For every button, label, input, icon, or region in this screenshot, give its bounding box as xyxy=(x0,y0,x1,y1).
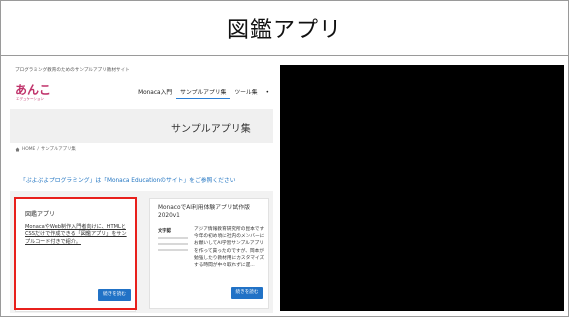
notice-link[interactable]: 「ぷよぷよプログラミング」は「Monaca Educationのサイト」をご参照… xyxy=(20,175,236,184)
site-header: あんこ エデュケーション Monaca入門 サンプルアプリ集 ツール集 • xyxy=(10,77,273,107)
card-description: アジア情報教育研究所の昆本です 今年の初め頃に社内のメンバーにお願いしてAI学習… xyxy=(194,227,269,269)
card-thumbnail[interactable]: 文字認 xyxy=(158,227,192,253)
nav-item-sample-apps[interactable]: サンプルアプリ集 xyxy=(176,87,231,99)
thumbnail-line xyxy=(158,237,188,239)
video-panel[interactable] xyxy=(280,65,564,311)
breadcrumb-separator: / xyxy=(37,146,39,152)
site-tagline: プログラミング教育のためのサンプルアプリ教材サイト xyxy=(15,68,130,73)
thumbnail-line xyxy=(158,243,188,245)
nav-item-more[interactable]: • xyxy=(262,87,273,99)
logo-mark: あんこ xyxy=(15,83,52,97)
page-hero: サンプルアプリ集 xyxy=(10,109,273,143)
highlight-box xyxy=(14,197,137,310)
read-more-button[interactable]: 続きを読む xyxy=(231,287,263,299)
slide-title: 図鑑アプリ xyxy=(226,17,342,43)
article-card-ai-app[interactable]: MonacoでAI利用体験アプリ試作版2020v1 文字認 アジア情報教育研究所… xyxy=(149,198,269,309)
home-icon[interactable] xyxy=(15,147,20,152)
slide-title-bar: 図鑑アプリ xyxy=(0,0,569,56)
breadcrumb: HOME / サンプルアプリ集 xyxy=(15,146,76,152)
breadcrumb-current: サンプルアプリ集 xyxy=(40,147,76,152)
nav-item-monaca-intro[interactable]: Monaca入門 xyxy=(134,87,176,99)
logo-subtitle: エデュケーション xyxy=(16,97,44,101)
nav-item-tools[interactable]: ツール集 xyxy=(230,87,261,99)
thumbnail-line xyxy=(158,249,188,251)
page-title: サンプルアプリ集 xyxy=(171,124,251,135)
site-nav: Monaca入門 サンプルアプリ集 ツール集 • xyxy=(134,87,273,99)
breadcrumb-home[interactable]: HOME xyxy=(22,147,35,152)
site-logo[interactable]: あんこ エデュケーション xyxy=(15,84,60,102)
thumbnail-title: 文字認 xyxy=(158,229,171,234)
card-title[interactable]: MonacoでAI利用体験アプリ試作版2020v1 xyxy=(158,204,266,220)
